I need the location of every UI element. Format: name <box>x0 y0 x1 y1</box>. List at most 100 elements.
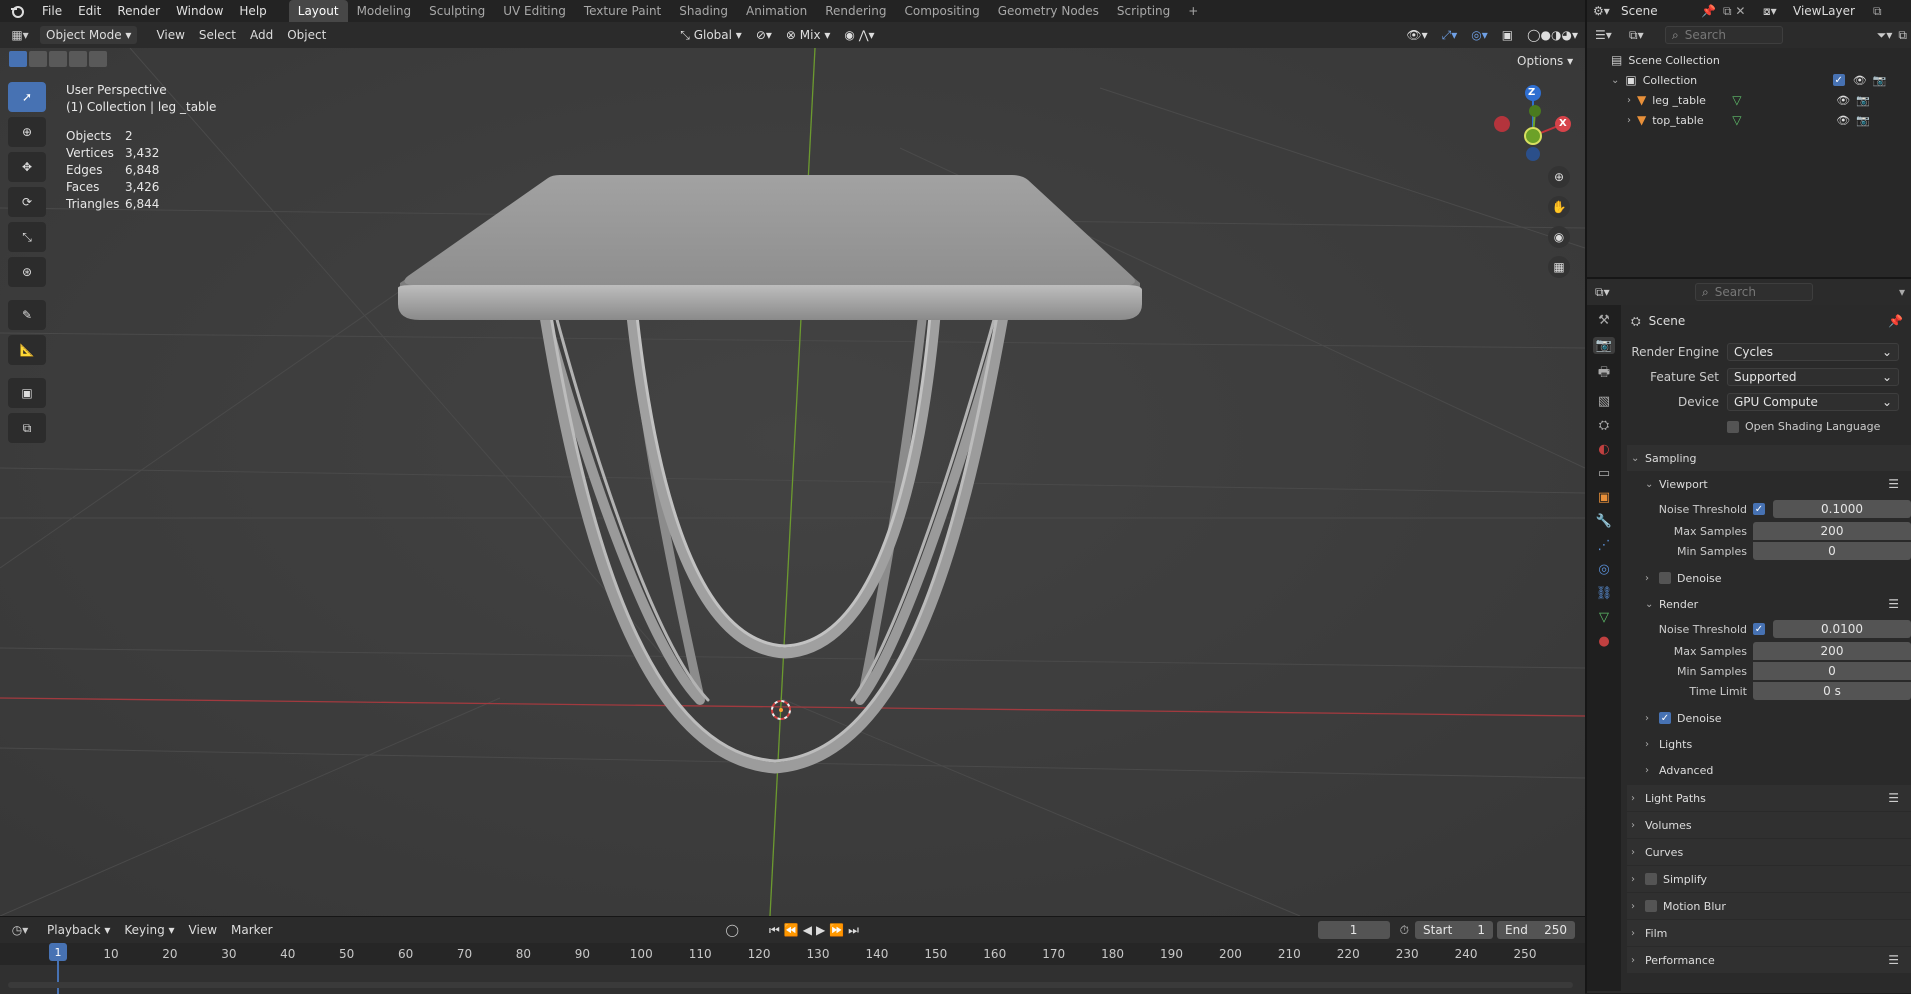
camera-icon[interactable]: 📷 <box>1873 74 1887 87</box>
tab-sculpting[interactable]: Sculpting <box>420 0 494 22</box>
modifier-tab-icon[interactable]: 🔧 <box>1596 514 1612 529</box>
r-denoise-checkbox[interactable]: ✓ <box>1659 712 1671 724</box>
prev-key-icon[interactable]: ⏪ <box>784 923 803 937</box>
tab-compositing[interactable]: Compositing <box>895 0 988 22</box>
zoom-icon[interactable]: ⊕ <box>1548 166 1570 188</box>
render-tab-icon[interactable]: 📷 <box>1592 337 1616 354</box>
add-cube-tool[interactable]: ▣ <box>8 378 46 408</box>
physics-tab-icon[interactable]: ◎ <box>1598 562 1609 577</box>
menu-marker[interactable]: Marker <box>224 923 279 937</box>
render-subpanel-header[interactable]: ⌄ Render ☰ <box>1627 591 1911 617</box>
add-workspace-button[interactable]: + <box>1179 0 1207 22</box>
outliner-type-icon[interactable]: ☰▾ <box>1595 28 1629 42</box>
output-tab-icon[interactable]: 🖶 <box>1598 363 1610 385</box>
end-frame-field[interactable]: End 250 <box>1497 921 1575 939</box>
motion-blur-panel-header[interactable]: › Motion Blur <box>1627 893 1911 919</box>
outliner-row-collection[interactable]: ⌄ ▣ Collection ✓ 👁 📷 <box>1587 70 1911 90</box>
timeline-editor-type-icon[interactable]: ◷▾ <box>0 923 40 937</box>
tab-layout[interactable]: Layout <box>288 0 348 22</box>
data-tab-icon[interactable]: ▽ <box>1599 610 1609 625</box>
world-tab-icon[interactable]: ◐ <box>1598 442 1609 457</box>
menu-playback[interactable]: Playback ▾ <box>40 923 117 937</box>
properties-options-icon[interactable]: ▾ <box>1899 285 1905 299</box>
vp-noise-threshold-checkbox[interactable]: ✓ <box>1753 503 1765 515</box>
transform-tool[interactable]: ⊛ <box>8 257 46 287</box>
vp-max-samples-field[interactable]: 200 <box>1753 522 1911 540</box>
presets-icon[interactable]: ☰ <box>1888 477 1899 491</box>
tab-animation[interactable]: Animation <box>737 0 816 22</box>
outliner-search-input[interactable]: ⌕ Search <box>1665 26 1783 44</box>
r-noise-threshold-checkbox[interactable]: ✓ <box>1753 623 1765 635</box>
pin-icon[interactable]: 📌 <box>1888 314 1903 328</box>
vp-denoise-subpanel-header[interactable]: › Denoise <box>1627 565 1911 591</box>
device-dropdown[interactable]: GPU Compute ⌄ <box>1727 392 1899 411</box>
r-denoise-subpanel-header[interactable]: › ✓ Denoise <box>1627 705 1911 731</box>
r-min-samples-field[interactable]: 0 <box>1753 662 1911 680</box>
menu-view[interactable]: View <box>149 28 191 42</box>
tab-scripting[interactable]: Scripting <box>1108 0 1179 22</box>
3d-viewport[interactable]: Z X Options ▾ User Perspective (1) Colle… <box>0 48 1585 916</box>
new-collection-icon[interactable]: ⧉ <box>1898 28 1907 43</box>
tool-tab-icon[interactable]: ⚒ <box>1598 313 1610 328</box>
proportional-edit-icon[interactable]: ◉ ⋀▾ <box>837 28 881 42</box>
overlay-toggle-icon[interactable]: ◎▾ <box>1464 28 1495 42</box>
render-engine-dropdown[interactable]: Cycles ⌄ <box>1727 342 1899 361</box>
collection-exclude-checkbox[interactable]: ✓ <box>1832 74 1845 86</box>
annotate-tool[interactable]: ✎ <box>8 300 46 330</box>
motion-blur-checkbox[interactable] <box>1645 900 1657 912</box>
viewlayer-icon[interactable]: ⧇▾ <box>1763 4 1793 19</box>
scene-name-field[interactable]: Scene <box>1621 4 1701 18</box>
menu-select[interactable]: Select <box>192 28 243 42</box>
eye-icon[interactable]: 👁 <box>1836 94 1850 107</box>
auto-key-icon[interactable]: ◯ <box>726 923 739 937</box>
tab-modeling[interactable]: Modeling <box>348 0 421 22</box>
presets-icon[interactable]: ☰ <box>1888 791 1899 805</box>
select-subtract-icon[interactable] <box>49 51 67 67</box>
move-tool[interactable]: ✥ <box>8 152 46 182</box>
r-time-limit-field[interactable]: 0 s <box>1753 682 1911 700</box>
particles-tab-icon[interactable]: ⋰ <box>1598 538 1611 553</box>
collection-tab-icon[interactable]: ▭ <box>1598 466 1610 481</box>
constraints-tab-icon[interactable]: ⛓ <box>1596 586 1613 601</box>
chevron-right-icon[interactable]: › <box>1627 115 1631 126</box>
menu-window[interactable]: Window <box>168 0 231 22</box>
menu-timeline-view[interactable]: View <box>182 923 224 937</box>
mode-dropdown[interactable]: Object Mode ▾ <box>40 26 138 44</box>
properties-search-input[interactable]: ⌕ Search <box>1695 283 1813 301</box>
eye-icon[interactable]: 👁 <box>1853 74 1867 87</box>
visibility-icon[interactable]: 👁▾ <box>1399 28 1434 42</box>
play-reverse-icon[interactable]: ◀ <box>803 923 816 937</box>
stopwatch-icon[interactable]: ⏱ <box>1400 923 1409 938</box>
material-tab-icon[interactable]: ● <box>1598 634 1609 649</box>
film-panel-header[interactable]: › Film <box>1627 920 1911 946</box>
jump-start-icon[interactable]: ⏮ <box>769 923 784 937</box>
filter-icon[interactable]: ⏷▾ <box>1877 28 1893 43</box>
eye-icon[interactable]: 👁 <box>1836 114 1850 127</box>
scale-tool[interactable]: ⤡ <box>8 222 46 252</box>
menu-render[interactable]: Render <box>109 0 168 22</box>
performance-panel-header[interactable]: › Performance ☰ <box>1627 947 1911 973</box>
camera-icon[interactable]: 📷 <box>1856 94 1870 107</box>
timeline-track[interactable]: 1102030405060708090100110120130140150160… <box>0 943 1585 994</box>
tab-rendering[interactable]: Rendering <box>816 0 895 22</box>
menu-edit[interactable]: Edit <box>70 0 109 22</box>
volumes-panel-header[interactable]: › Volumes <box>1627 812 1911 838</box>
outliner-row-leg-table[interactable]: › ▼ leg _table ▽ 👁 📷 <box>1587 90 1911 110</box>
lights-subpanel-header[interactable]: › Lights <box>1627 731 1911 757</box>
start-frame-field[interactable]: Start 1 <box>1415 921 1493 939</box>
blender-logo-icon[interactable] <box>0 4 34 18</box>
outliner-row-top-table[interactable]: › ▼ top_table ▽ 👁 📷 <box>1587 110 1911 130</box>
sampling-panel-header[interactable]: ⌄ Sampling <box>1627 445 1911 471</box>
r-noise-threshold-field[interactable]: 0.0100 <box>1773 620 1911 638</box>
jump-end-icon[interactable]: ⏭ <box>848 923 863 937</box>
cursor-tool[interactable]: ⊕ <box>8 117 46 147</box>
measure-tool[interactable]: 📐 <box>8 335 46 365</box>
new-viewlayer-icon[interactable]: ⧉ <box>1873 4 1882 19</box>
current-frame-field[interactable]: 1 <box>1317 921 1390 939</box>
feature-set-dropdown[interactable]: Supported ⌄ <box>1727 367 1899 386</box>
add-primitive-tool[interactable]: ⧉ <box>8 413 46 443</box>
menu-keying[interactable]: Keying ▾ <box>117 923 181 937</box>
next-key-icon[interactable]: ⏩ <box>829 923 848 937</box>
select-new-icon[interactable] <box>9 51 27 67</box>
menu-help[interactable]: Help <box>231 0 274 22</box>
